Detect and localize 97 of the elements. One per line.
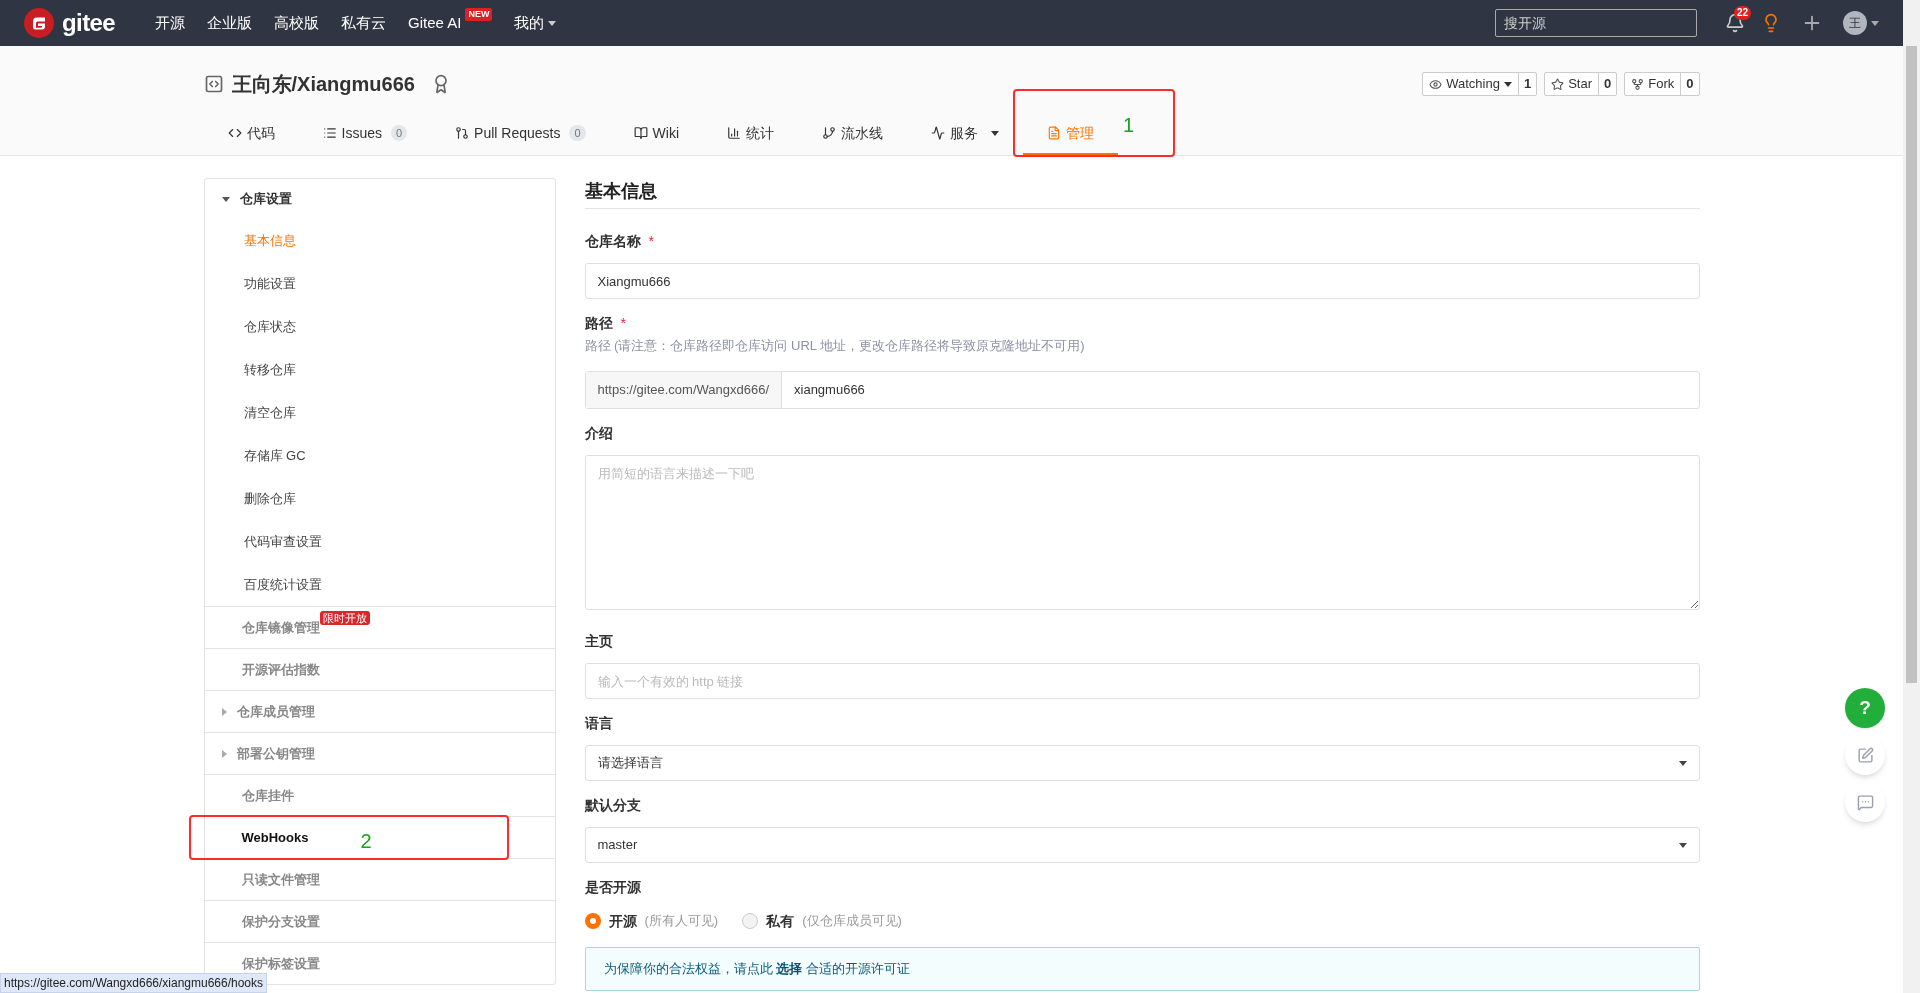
notice-text: 为保障你的合法权益，请点此 选择 合适的开源许可证 [603,960,910,979]
annotation-number: 1 [1123,115,1135,135]
caret-right-icon [221,707,227,716]
action-count: 0 [1598,73,1617,95]
sidebar-link[interactable]: WebHooks [241,829,309,846]
text-field[interactable]: Xiangmu666 [584,263,1700,299]
repo-tab[interactable]: 服务 [907,113,1024,155]
nav-link[interactable]: 我的 [514,11,557,35]
field-label: 主页 [584,631,613,651]
path-value: xiangmu666 [793,381,866,400]
repo-tab[interactable]: 流水线 [798,113,908,155]
eye-icon [1429,77,1443,91]
field-hint: 路径 (请注意：仓库路径即仓库访问 URL 地址，更改仓库路径将导致原克隆地址不可用) [584,337,1086,355]
chat-button[interactable] [1845,782,1885,822]
limited-badge: 限时开放 [319,610,370,625]
nav-link[interactable]: 企业版 [207,11,253,35]
nav-link[interactable]: 开源 [155,11,186,35]
list-icon [322,126,337,140]
repo-title[interactable]: 王向东/Xiangmu666 [231,69,415,99]
status-url: https://gitee.com/Wangxd666/xiangmu666/hooks [0,973,268,993]
nav-link[interactable]: 高校版 [274,11,320,35]
action-count: 0 [1680,73,1699,95]
feedback-button[interactable] [1845,735,1885,775]
sidebar-link[interactable]: 仓库镜像管理 [241,619,320,636]
repo-action-button[interactable]: Watching 1 [1422,72,1538,96]
caret-icon [1871,20,1879,26]
count-badge: 0 [569,124,586,142]
sidebar-item[interactable]: 转移仓库 [204,348,555,391]
sidebar-group[interactable]: 部署公钥管理 [204,733,555,774]
select-field[interactable]: master [584,827,1700,863]
repo-code-icon [203,74,224,94]
radio-button[interactable] [742,913,759,929]
caret-icon [1678,760,1687,766]
gitee-logo[interactable]: gitee [24,5,116,41]
user-avatar[interactable]: 王 [1843,11,1867,35]
required-mark: * [620,313,626,333]
field-label: 是否开源 [584,877,641,897]
caret-right-icon [221,749,227,758]
repo-tab[interactable]: Wiki [609,113,704,155]
sidebar-link[interactable]: 只读文件管理 [241,871,320,888]
repo-tab[interactable]: Pull Requests 0 [431,113,610,155]
sidebar-item[interactable]: 功能设置 [204,262,555,305]
annotation-number: 2 [360,831,372,851]
branch-icon [822,126,837,140]
sidebar-link[interactable]: 开源评估指数 [241,661,320,678]
notification-count: 22 [1734,6,1752,20]
scrollbar[interactable] [1903,0,1920,993]
sidebar-item[interactable]: 百度统计设置 [204,563,555,606]
radio-label: 开源 [608,911,637,931]
sidebar-group[interactable]: 仓库设置 [204,179,555,219]
chat-icon [1856,793,1874,811]
sidebar-item[interactable]: 仓库状态 [204,305,555,348]
field-label: 默认分支 [584,795,641,815]
sidebar-link[interactable]: 保护标签设置 [241,955,320,972]
code-icon [227,126,242,140]
sidebar-item[interactable]: 删除仓库 [204,477,555,520]
repo-tab[interactable]: 代码 [203,113,299,155]
path-field[interactable]: https://gitee.com/Wangxd666/ xiangmu666 [584,371,1700,409]
required-mark: * [648,231,654,251]
field-label: 介绍 [584,423,613,443]
sidebar-item[interactable]: 存储库 GC [204,434,555,477]
pulse-icon [931,126,946,140]
action-count: 1 [1517,73,1537,95]
select-field[interactable]: 请选择语言 [584,745,1700,781]
radio-note: (仅仓库成员可见) [802,912,902,931]
form-title: 基本信息 [584,178,1700,209]
repo-action-button[interactable]: Fork 0 [1624,72,1700,96]
field-label: 语言 [584,713,613,733]
sidebar-link[interactable]: 仓库挂件 [241,787,294,804]
radio-note: (所有人可见) [644,912,719,931]
new-badge: NEW [465,7,493,21]
radio-button[interactable] [584,913,601,929]
logo-icon [24,8,54,38]
repo-tab[interactable]: Issues 0 [298,113,432,155]
fork-icon [1631,77,1645,91]
bar-chart-icon [727,126,742,140]
repo-action-button[interactable]: Star 0 [1544,72,1618,96]
field-label: 仓库名称 [584,231,641,251]
caret-icon [1678,842,1687,848]
caret-icon [221,196,230,202]
field-label: 路径 [584,313,613,333]
count-badge: 0 [390,124,408,142]
radio-label: 私有 [766,911,795,931]
path-prefix: https://gitee.com/Wangxd666/ [585,372,782,408]
star-icon [1551,77,1565,91]
book-icon [633,126,648,140]
search-field[interactable]: 搜开源 [1495,9,1697,37]
document-icon [1047,126,1062,140]
sidebar-item[interactable]: 清空仓库 [204,391,555,434]
sidebar-link[interactable]: 保护分支设置 [241,913,320,930]
sidebar-group[interactable]: 仓库成员管理 [204,691,555,732]
edit-icon [1856,746,1874,764]
sidebar-item[interactable]: 代码审查设置 [204,520,555,563]
license-link[interactable]: 选择 [776,961,803,977]
nav-link[interactable]: 私有云 [341,11,387,35]
pull-request-icon [455,126,470,140]
repo-tab[interactable]: 统计 [703,113,799,155]
